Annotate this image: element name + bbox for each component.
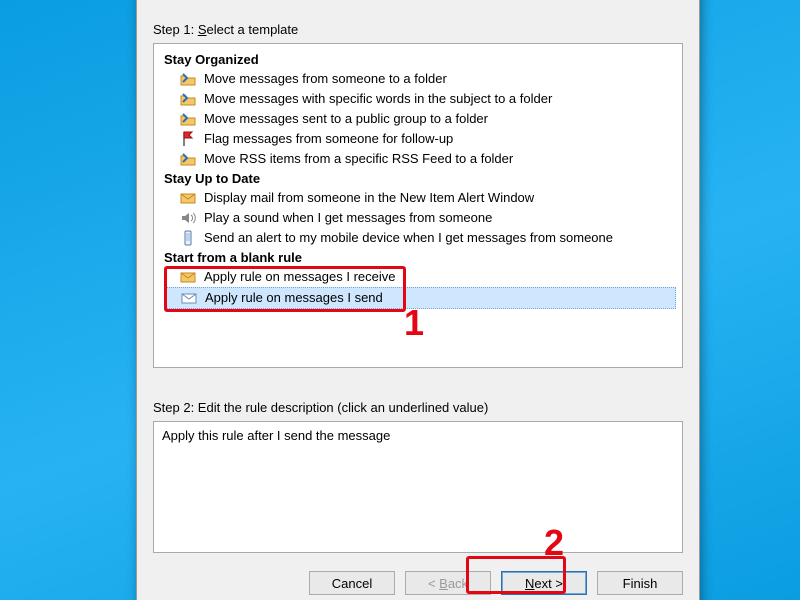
template-label: Move messages sent to a public group to …: [204, 110, 488, 128]
template-move-public-group[interactable]: Move messages sent to a public group to …: [154, 109, 682, 129]
section-stay-organized: Stay Organized: [154, 50, 682, 69]
template-apply-send[interactable]: Apply rule on messages I send: [164, 287, 676, 309]
back-button: < Back: [405, 571, 491, 595]
desktop-background: Start from a template or from a blank ru…: [0, 0, 800, 600]
rule-description-text: Apply this rule after I send the message: [162, 428, 390, 443]
template-label: Display mail from someone in the New Ite…: [204, 189, 534, 207]
cancel-button[interactable]: Cancel: [309, 571, 395, 595]
folder-move-icon: [180, 151, 196, 167]
rule-description-box[interactable]: Apply this rule after I send the message: [153, 421, 683, 553]
next-button[interactable]: Next >: [501, 571, 587, 595]
section-blank-rule: Start from a blank rule: [154, 248, 682, 267]
template-mobile-alert[interactable]: Send an alert to my mobile device when I…: [154, 228, 682, 248]
step1-label: Step 1: Select a template: [153, 22, 683, 37]
template-label: Flag messages from someone for follow-up: [204, 130, 453, 148]
template-move-rss[interactable]: Move RSS items from a specific RSS Feed …: [154, 149, 682, 169]
template-apply-receive[interactable]: Apply rule on messages I receive: [154, 267, 682, 287]
envelope-send-icon: [181, 290, 197, 306]
template-label: Send an alert to my mobile device when I…: [204, 229, 613, 247]
folder-move-icon: [180, 71, 196, 87]
template-display-new-item-alert[interactable]: Display mail from someone in the New Ite…: [154, 188, 682, 208]
folder-move-icon: [180, 91, 196, 107]
envelope-icon: [180, 269, 196, 285]
template-label: Move RSS items from a specific RSS Feed …: [204, 150, 513, 168]
finish-button[interactable]: Finish: [597, 571, 683, 595]
mail-alert-icon: [180, 190, 196, 206]
template-move-subject-words[interactable]: Move messages with specific words in the…: [154, 89, 682, 109]
template-label: Apply rule on messages I send: [205, 289, 383, 307]
flag-icon: [180, 131, 196, 147]
step2-label: Step 2: Edit the rule description (click…: [153, 400, 683, 415]
mobile-icon: [180, 230, 196, 246]
template-flag-followup[interactable]: Flag messages from someone for follow-up: [154, 129, 682, 149]
rules-wizard-dialog: Start from a template or from a blank ru…: [136, 0, 700, 600]
section-stay-up-to-date: Stay Up to Date: [154, 169, 682, 188]
template-label: Apply rule on messages I receive: [204, 268, 395, 286]
sound-icon: [180, 210, 196, 226]
template-play-sound[interactable]: Play a sound when I get messages from so…: [154, 208, 682, 228]
template-label: Move messages from someone to a folder: [204, 70, 447, 88]
template-label: Move messages with specific words in the…: [204, 90, 552, 108]
template-listbox[interactable]: Stay Organized Move messages from someon…: [153, 43, 683, 368]
folder-move-icon: [180, 111, 196, 127]
template-move-from-someone[interactable]: Move messages from someone to a folder: [154, 69, 682, 89]
template-label: Play a sound when I get messages from so…: [204, 209, 492, 227]
wizard-button-row: Cancel < Back Next > Finish: [153, 571, 683, 595]
